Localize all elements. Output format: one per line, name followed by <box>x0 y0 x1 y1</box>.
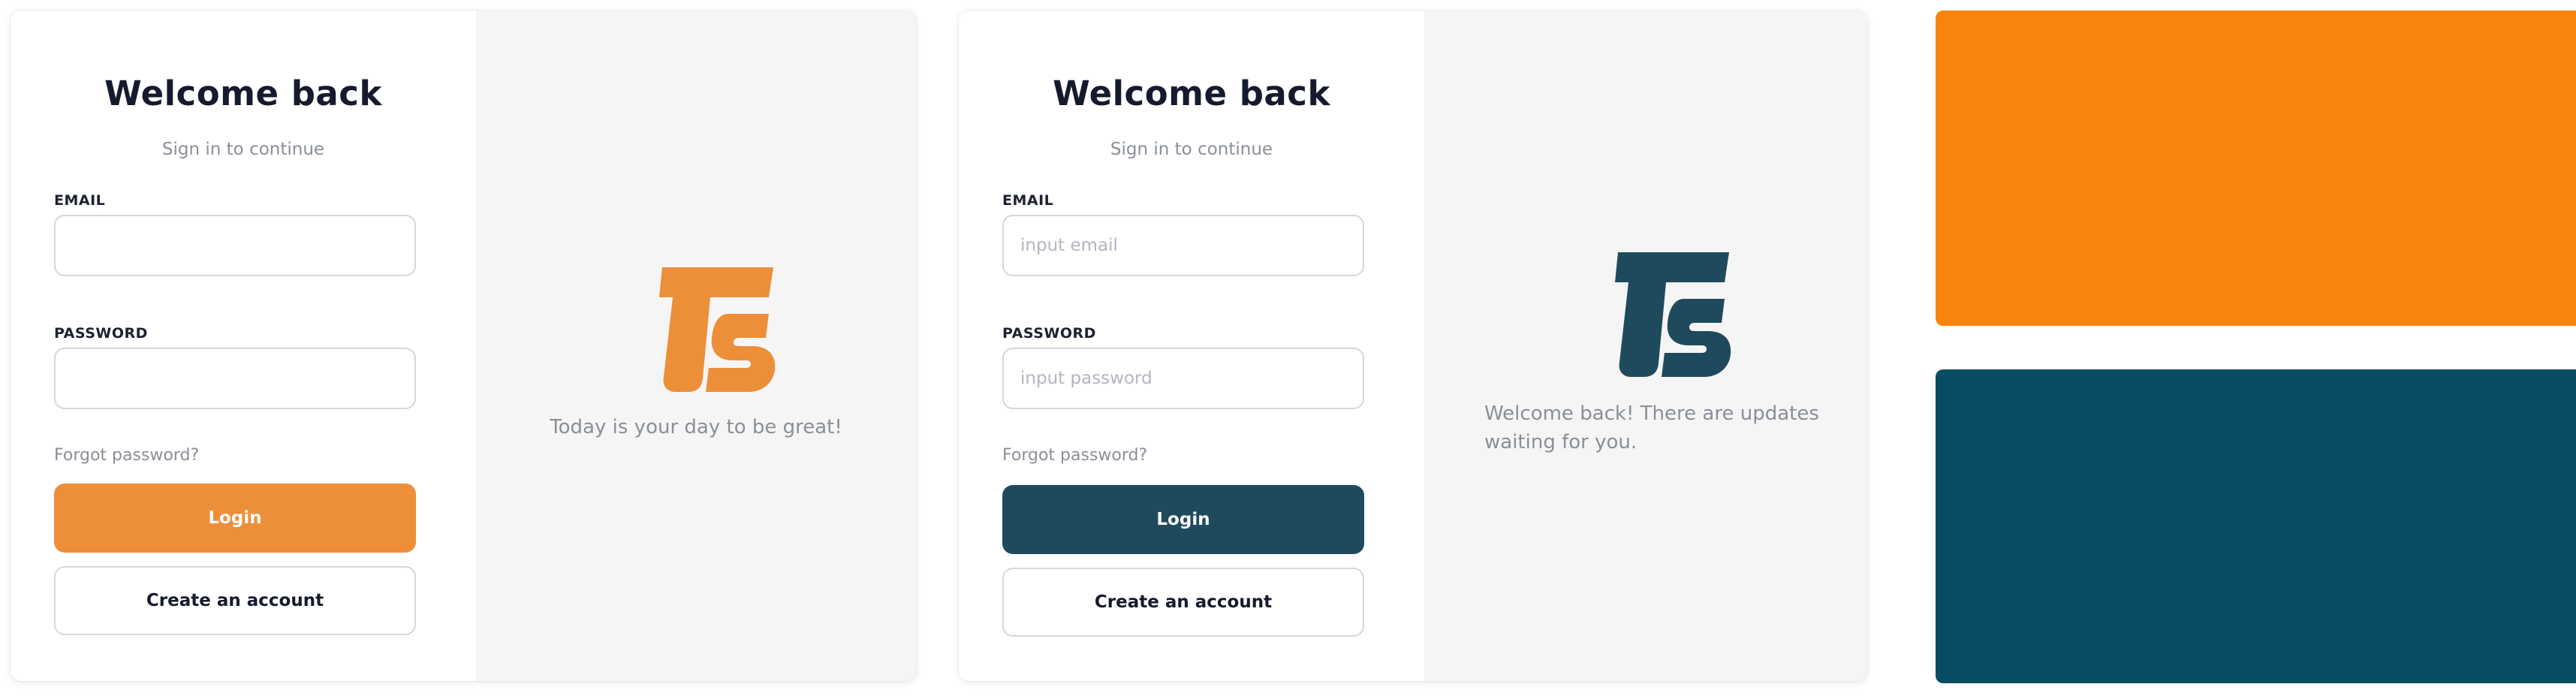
login-button[interactable]: Login <box>54 484 416 553</box>
email-field[interactable] <box>1002 215 1364 276</box>
logo-s-shape <box>706 314 776 392</box>
login-card-teal: Welcome back Sign in to continue EMAIL P… <box>959 11 1867 681</box>
page-title: Welcome back <box>1053 74 1330 113</box>
password-field[interactable] <box>54 348 416 409</box>
forgot-password-link[interactable]: Forgot password? <box>1002 446 1147 465</box>
ts-logo-icon <box>659 267 776 392</box>
email-label: EMAIL <box>54 192 106 209</box>
login-button[interactable]: Login <box>1002 485 1364 554</box>
tagline: Welcome back! There are updates waiting … <box>1484 402 1819 453</box>
password-field[interactable] <box>1002 348 1364 409</box>
page-subtitle: Sign in to continue <box>161 140 325 159</box>
ts-logo-icon <box>1615 252 1731 377</box>
page-subtitle: Sign in to continue <box>1110 140 1273 159</box>
brand-panel: Today is your day to be great! <box>476 11 916 681</box>
forgot-password-link[interactable]: Forgot password? <box>54 446 199 465</box>
create-account-button[interactable]: Create an account <box>54 566 416 635</box>
color-swatch-teal <box>1936 369 2576 683</box>
tagline: Today is your day to be great! <box>550 416 842 438</box>
email-field[interactable] <box>54 215 416 276</box>
password-label: PASSWORD <box>54 325 148 342</box>
page-title: Welcome back <box>104 74 382 113</box>
logo-s-shape <box>1662 299 1731 377</box>
password-label: PASSWORD <box>1002 325 1096 342</box>
login-form-panel: Welcome back Sign in to continue EMAIL P… <box>11 11 476 681</box>
login-form-panel: Welcome back Sign in to continue EMAIL P… <box>959 11 1424 681</box>
login-card-orange: Welcome back Sign in to continue EMAIL P… <box>11 11 916 681</box>
brand-panel: Welcome back! There are updates waiting … <box>1424 11 1867 681</box>
email-label: EMAIL <box>1002 192 1054 209</box>
create-account-button[interactable]: Create an account <box>1002 568 1364 637</box>
color-swatch-orange <box>1936 11 2576 326</box>
